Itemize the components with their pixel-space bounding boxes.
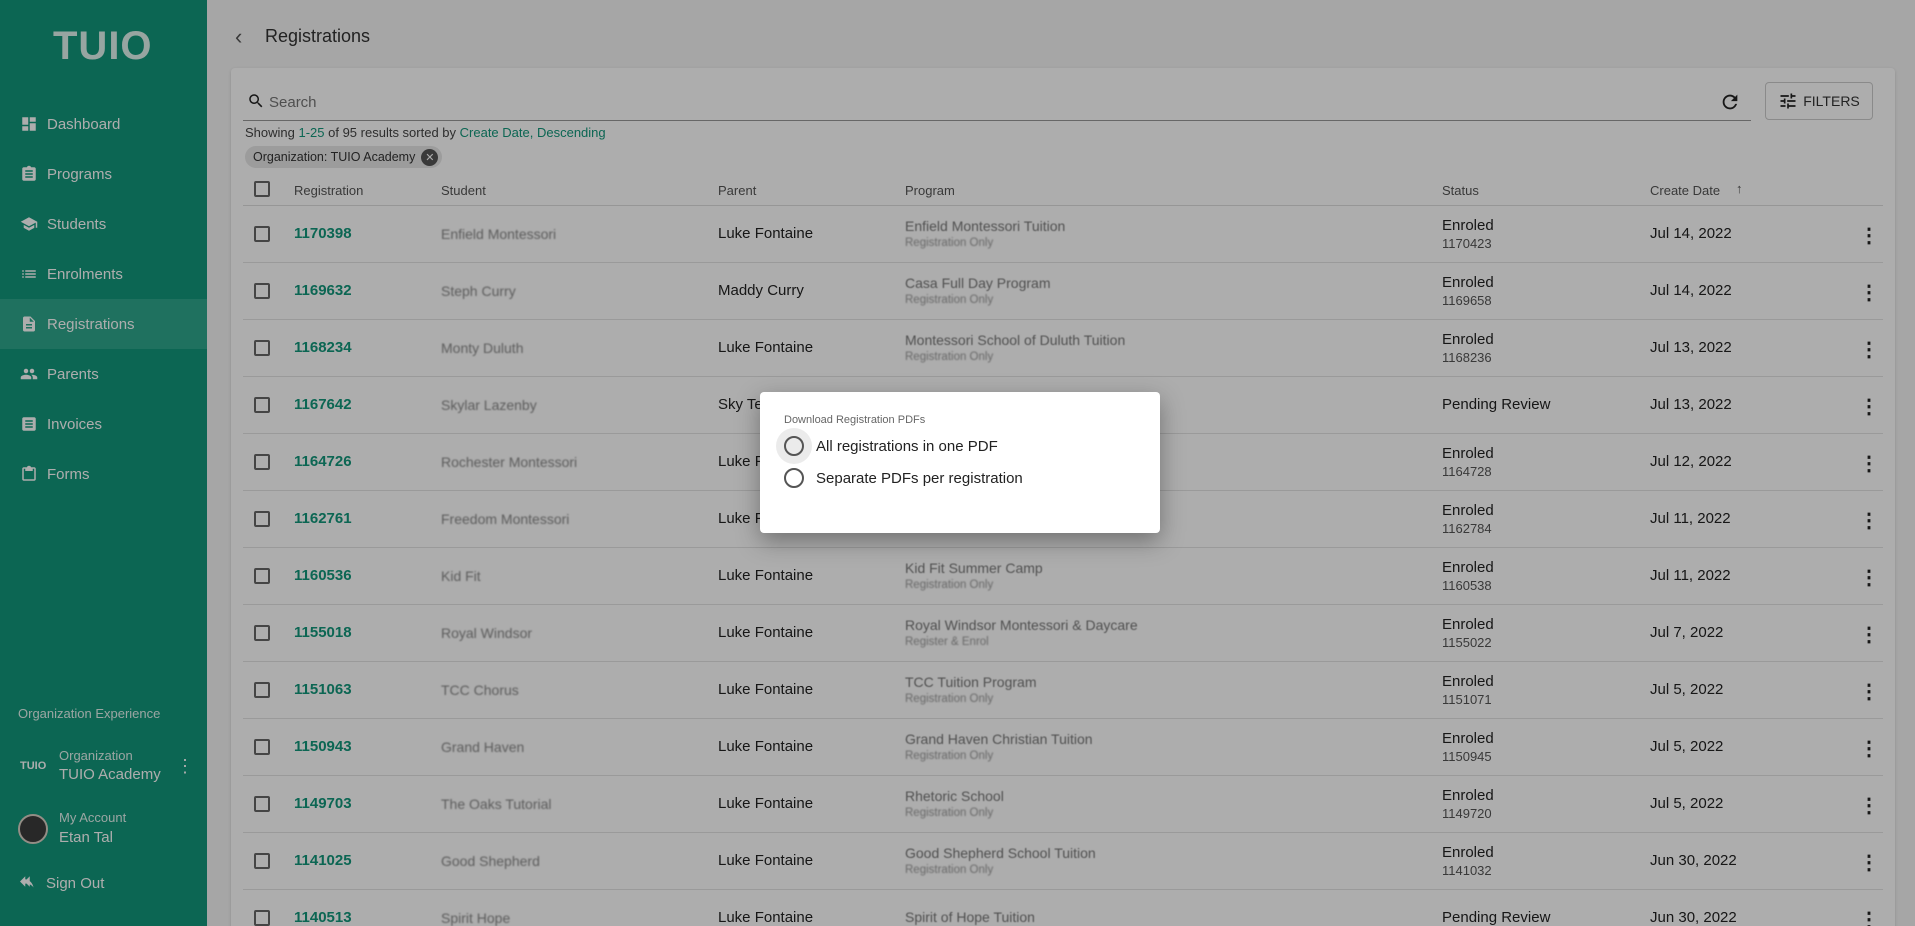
option-all-label: All registrations in one PDF <box>816 437 998 455</box>
radio-all-in-one[interactable] <box>776 428 812 464</box>
option-all-in-one-pdf[interactable]: All registrations in one PDF <box>776 428 998 464</box>
radio-separate[interactable] <box>776 460 812 496</box>
option-separate-pdfs[interactable]: Separate PDFs per registration <box>776 463 1023 493</box>
radio-circle-icon <box>784 436 804 456</box>
option-separate-label: Separate PDFs per registration <box>816 469 1023 487</box>
radio-circle-icon <box>784 468 804 488</box>
dialog-title: Download Registration PDFs <box>784 414 926 426</box>
download-pdfs-dialog: Download Registration PDFs All registrat… <box>760 392 1160 533</box>
